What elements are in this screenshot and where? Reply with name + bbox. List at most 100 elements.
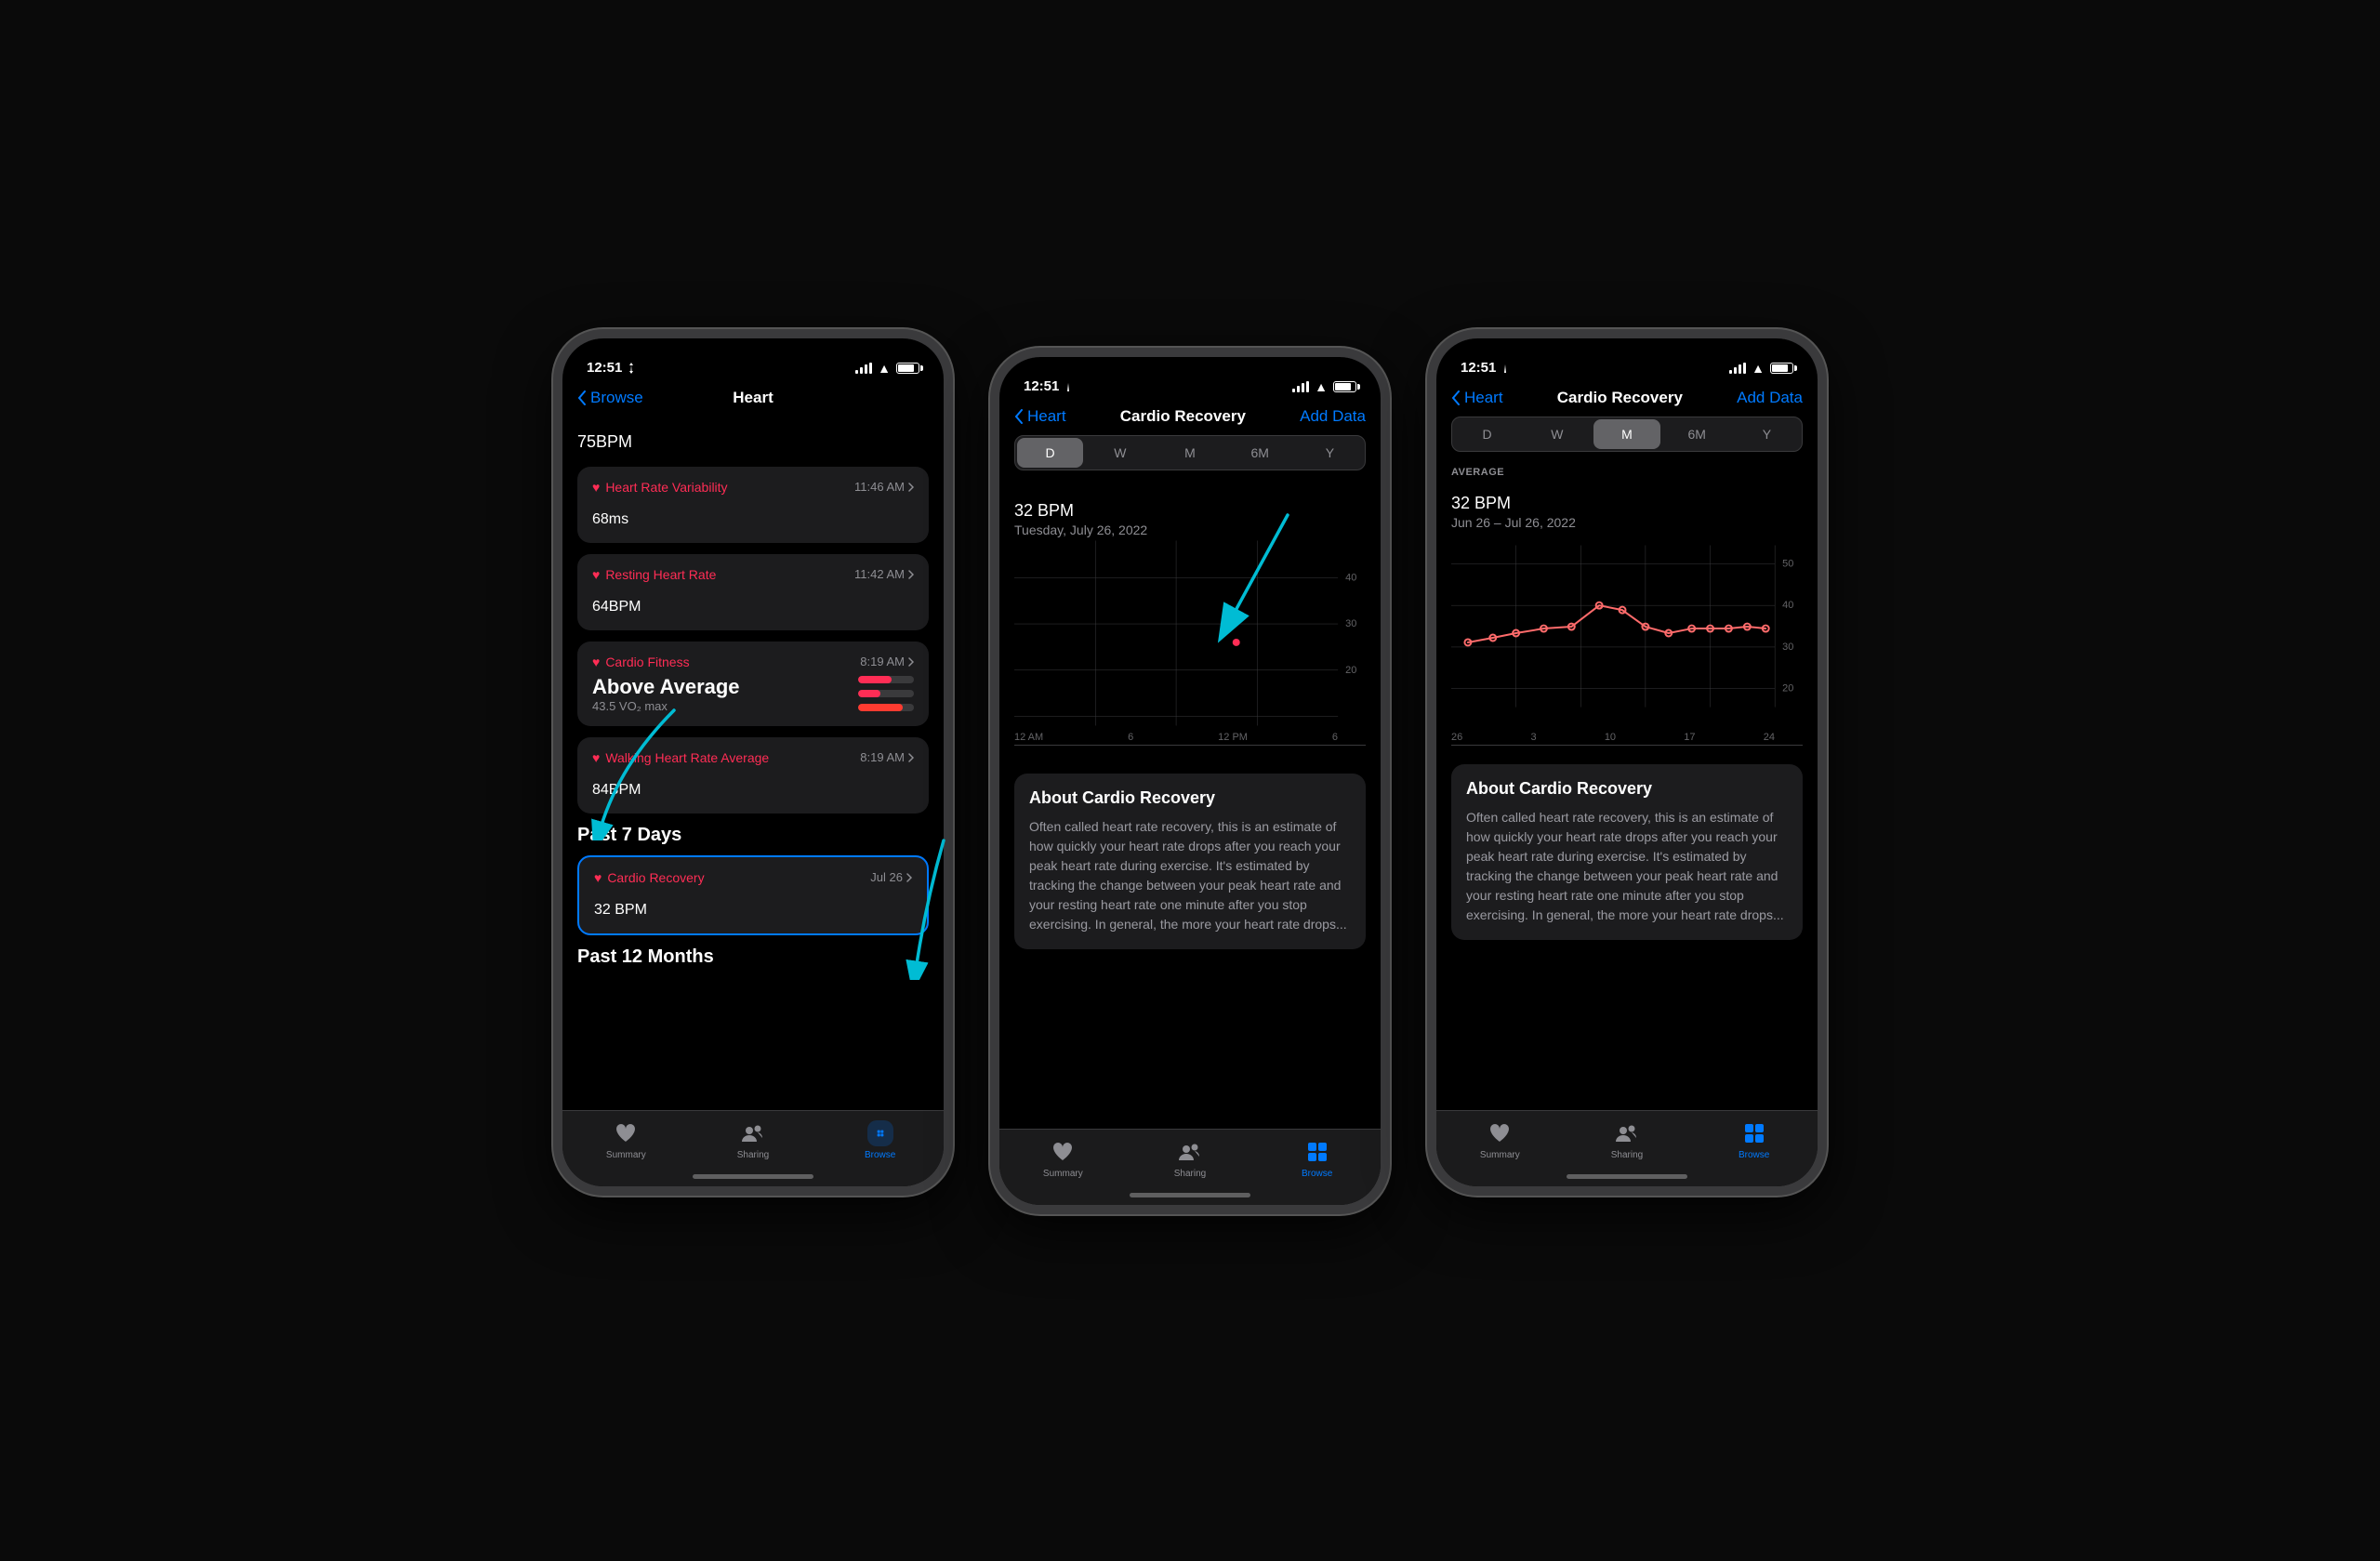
resting-hr-card[interactable]: ♥ Resting Heart Rate 11:42 AM 64BPM	[577, 554, 929, 630]
heart-icon-2	[1050, 1139, 1076, 1165]
signal-bars	[855, 363, 872, 374]
wifi-icon-3: ▲	[1752, 361, 1765, 376]
cardio-recovery-time: Jul 26	[870, 870, 912, 884]
cardio-fitness-time: 8:19 AM	[860, 655, 914, 668]
chart-big-number: 32 BPM	[1014, 485, 1366, 523]
battery-icon	[896, 363, 919, 374]
hrv-card[interactable]: ♥ Heart Rate Variability 11:46 AM 68ms	[577, 467, 929, 543]
phone2-screen: 12:51 ▲	[999, 357, 1381, 1205]
svg-text:20: 20	[1782, 682, 1793, 694]
signal-bar-3	[865, 364, 867, 374]
p3-period-week[interactable]: W	[1524, 419, 1590, 449]
period-day[interactable]: D	[1017, 438, 1083, 468]
p3-x-label-3: 17	[1684, 732, 1695, 743]
p3-period-year[interactable]: Y	[1734, 419, 1800, 449]
p3-x-axis-labels: 26 3 10 17 24	[1451, 732, 1775, 743]
status-time-2: 12:51	[1024, 378, 1073, 394]
cardio-recovery-card[interactable]: ♥ Cardio Recovery Jul 26 32 BPM	[577, 855, 929, 935]
phone1-frame: 12:51 ▲	[553, 329, 953, 1196]
p3-x-label-2: 10	[1605, 732, 1616, 743]
tab-browse-3[interactable]: Browse	[1717, 1120, 1792, 1160]
x-label-3: 6	[1332, 732, 1338, 743]
dynamic-island	[697, 350, 809, 381]
p3-navigation: Heart Cardio Recovery Add Data	[1436, 385, 1818, 417]
p1-content: 75BPM ♥ Heart Rate Variability 11:46 AM	[562, 417, 944, 968]
cardio-fitness-card[interactable]: ♥ Cardio Fitness 8:19 AM Above Average 4…	[577, 642, 929, 726]
p1-navigation: Browse Heart	[562, 385, 944, 417]
svg-text:50: 50	[1782, 558, 1793, 569]
hrv-time: 11:46 AM	[854, 480, 914, 494]
p2-navigation: Heart Cardio Recovery Add Data	[999, 403, 1381, 435]
signal-bar-1	[855, 370, 858, 374]
period-selector-3: D W M 6M Y	[1451, 417, 1803, 452]
add-data-button[interactable]: Add Data	[1300, 407, 1366, 426]
phone3-screen: 12:51 ▲	[1436, 338, 1818, 1186]
phone3-frame: 12:51 ▲	[1427, 329, 1827, 1196]
tab-summary-2[interactable]: Summary	[1025, 1139, 1100, 1179]
p3-chart-svg: 50 40 30 20	[1451, 545, 1803, 726]
p3-period-day[interactable]: D	[1454, 419, 1520, 449]
browse-icon	[867, 1120, 893, 1146]
browse-label-2: Browse	[1302, 1169, 1332, 1179]
p3-back-button[interactable]: Heart	[1451, 389, 1503, 407]
sharing-icon-3	[1614, 1120, 1640, 1146]
browse-icon-2	[1304, 1139, 1330, 1165]
p3-about-section: About Cardio Recovery Often called heart…	[1451, 764, 1803, 940]
tab-sharing-3[interactable]: Sharing	[1590, 1120, 1664, 1160]
past7days-title: Past 7 Days	[577, 825, 929, 846]
p3-period-6month[interactable]: 6M	[1664, 419, 1730, 449]
summary-label-2: Summary	[1043, 1169, 1083, 1179]
x-label-1: 6	[1128, 732, 1133, 743]
about-title: About Cardio Recovery	[1029, 788, 1351, 808]
svg-text:20: 20	[1345, 664, 1356, 675]
period-week[interactable]: W	[1087, 438, 1153, 468]
sharing-label: Sharing	[737, 1150, 769, 1160]
x-label-0: 12 AM	[1014, 732, 1043, 743]
cardio-recovery-value: 32 BPM	[594, 891, 912, 920]
dynamic-island-3	[1571, 350, 1683, 381]
period-year[interactable]: Y	[1297, 438, 1363, 468]
p3-add-data-button[interactable]: Add Data	[1737, 389, 1803, 407]
phone1: 12:51 ▲	[553, 329, 953, 1196]
cardio-fitness-bar	[858, 676, 914, 711]
about-section: About Cardio Recovery Often called heart…	[1014, 774, 1366, 949]
status-icons: ▲	[855, 361, 919, 376]
back-button[interactable]: Browse	[577, 389, 643, 407]
home-indicator-2	[1130, 1193, 1250, 1197]
cardio-fitness-subvalue: 43.5 VO₂ max	[592, 699, 740, 713]
tab-sharing[interactable]: Sharing	[716, 1120, 790, 1160]
p2-back-button[interactable]: Heart	[1014, 407, 1066, 426]
sharing-label-3: Sharing	[1611, 1150, 1643, 1160]
p3-chart-date-range: Jun 26 – Jul 26, 2022	[1451, 515, 1803, 530]
phone2-frame: 12:51 ▲	[990, 348, 1390, 1214]
walking-hr-value: 84BPM	[592, 771, 914, 800]
walking-hr-card[interactable]: ♥ Walking Heart Rate Average 8:19 AM 84B…	[577, 737, 929, 814]
x-axis-labels: 12 AM 6 12 PM 6	[1014, 732, 1338, 743]
tab-browse[interactable]: Browse	[843, 1120, 918, 1160]
signal-bar-4	[869, 363, 872, 374]
tab-browse-2[interactable]: Browse	[1280, 1139, 1355, 1179]
cardio-fitness-value: Above Average	[592, 675, 740, 699]
period-month[interactable]: M	[1157, 438, 1223, 468]
signal-bar-2	[860, 367, 863, 374]
tab-summary-3[interactable]: Summary	[1462, 1120, 1537, 1160]
hrv-title: ♥ Heart Rate Variability	[592, 480, 728, 495]
hrv-card-header: ♥ Heart Rate Variability 11:46 AM	[592, 480, 914, 495]
sharing-label-2: Sharing	[1174, 1169, 1206, 1179]
phone2: 12:51 ▲	[990, 348, 1390, 1214]
p3-about-title: About Cardio Recovery	[1466, 779, 1788, 799]
p3-x-label-0: 26	[1451, 732, 1462, 743]
period-selector: D W M 6M Y	[1014, 435, 1366, 470]
battery-icon-3	[1770, 363, 1793, 374]
tab-sharing-2[interactable]: Sharing	[1153, 1139, 1227, 1179]
chart-svg: 40 30 20	[1014, 540, 1366, 726]
tab-summary[interactable]: Summary	[588, 1120, 663, 1160]
walking-hr-time: 8:19 AM	[860, 750, 914, 764]
browse-label-3: Browse	[1739, 1150, 1769, 1160]
p3-period-month[interactable]: M	[1593, 419, 1659, 449]
period-6month[interactable]: 6M	[1227, 438, 1293, 468]
x-label-2: 12 PM	[1218, 732, 1248, 743]
cardio-recovery-header: ♥ Cardio Recovery Jul 26	[594, 870, 912, 885]
summary-label: Summary	[606, 1150, 646, 1160]
home-indicator-3	[1567, 1174, 1687, 1179]
